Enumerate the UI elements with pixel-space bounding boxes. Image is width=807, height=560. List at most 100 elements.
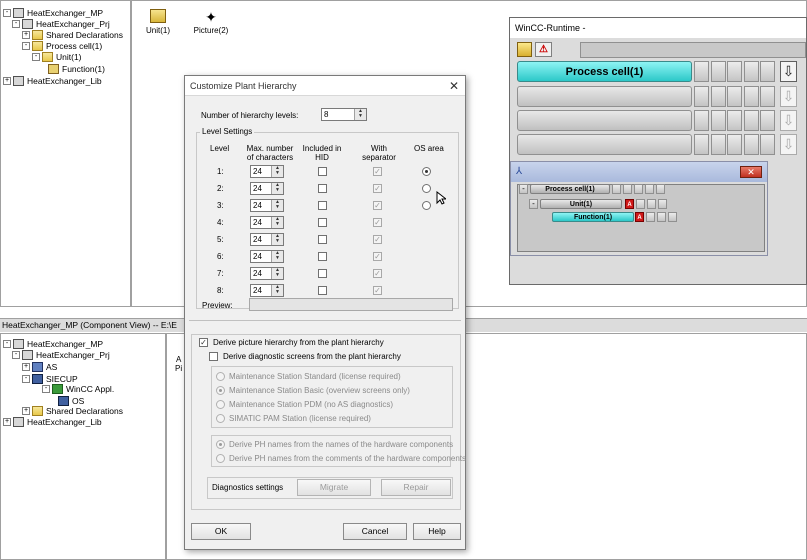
runtime-slot-button[interactable]: [710, 134, 726, 155]
sub-row-slot[interactable]: [646, 212, 655, 222]
runtime-slot-button[interactable]: [694, 110, 709, 131]
station-option-radio[interactable]: [216, 386, 225, 395]
runtime-slot-button[interactable]: [727, 61, 742, 82]
level-max-chars-spinner[interactable]: 24 ▲ ▼: [250, 165, 284, 178]
dialog-close-icon[interactable]: ✕: [449, 79, 459, 93]
runtime-slot-button[interactable]: [760, 110, 775, 131]
expand-icon[interactable]: +: [3, 418, 11, 426]
level-spin-buttons[interactable]: ▲ ▼: [271, 285, 283, 296]
tree-item[interactable]: + HeatExchanger_Lib: [3, 75, 102, 87]
level-max-chars-spinner[interactable]: 24 ▲ ▼: [250, 182, 284, 195]
collapse-icon[interactable]: -: [42, 385, 50, 393]
runtime-slot-button[interactable]: [727, 110, 742, 131]
sub-row-slot[interactable]: [668, 212, 677, 222]
level-hid-checkbox[interactable]: [318, 218, 327, 227]
level-hid-checkbox[interactable]: [318, 286, 327, 295]
level-spin-buttons[interactable]: ▲ ▼: [271, 251, 283, 262]
level-separator-checkbox[interactable]: ✓: [373, 235, 382, 244]
runtime-toolbar-alarm-button[interactable]: ⚠: [535, 42, 552, 57]
level-separator-checkbox[interactable]: ✓: [373, 184, 382, 193]
level-spin-buttons[interactable]: ▲ ▼: [271, 183, 283, 194]
runtime-slot-button[interactable]: [710, 61, 726, 82]
ph-option-radio[interactable]: [216, 440, 225, 449]
runtime-down-arrow-icon[interactable]: ⇩: [780, 61, 797, 82]
level-hid-checkbox[interactable]: [318, 184, 327, 193]
sub-row-slot[interactable]: [658, 199, 667, 209]
ok-button[interactable]: OK: [191, 523, 251, 540]
runtime-slot-button[interactable]: [727, 134, 742, 155]
sub-row-slot[interactable]: [647, 199, 656, 209]
sub-row-collapse-icon[interactable]: -: [529, 199, 538, 209]
runtime-slot-button[interactable]: [743, 61, 759, 82]
runtime-toolbar-overview-button[interactable]: [517, 42, 532, 57]
runtime-down-arrow-icon[interactable]: ⇩: [780, 134, 797, 155]
sub-window-close-button[interactable]: ✕: [740, 166, 762, 178]
num-levels-spin-buttons[interactable]: ▲ ▼: [354, 109, 366, 120]
cancel-button[interactable]: Cancel: [343, 523, 407, 540]
expand-icon[interactable]: +: [3, 77, 11, 85]
level-separator-checkbox[interactable]: ✓: [373, 286, 382, 295]
sub-row-slot[interactable]: [657, 212, 666, 222]
collapse-icon[interactable]: -: [22, 375, 30, 383]
runtime-down-arrow-icon[interactable]: ⇩: [780, 86, 797, 107]
level-separator-checkbox[interactable]: ✓: [373, 218, 382, 227]
sub-row-slot[interactable]: [645, 184, 654, 194]
level-spin-buttons[interactable]: ▲ ▼: [271, 268, 283, 279]
station-option-radio[interactable]: [216, 372, 225, 381]
level-spin-buttons[interactable]: ▲ ▼: [271, 166, 283, 177]
level-hid-checkbox[interactable]: [318, 201, 327, 210]
collapse-icon[interactable]: -: [12, 351, 20, 359]
ph-option-radio[interactable]: [216, 454, 225, 463]
sub-row-bar[interactable]: Function(1): [552, 212, 634, 222]
collapse-icon[interactable]: -: [3, 9, 11, 17]
derive-diagnostic-checkbox[interactable]: [209, 352, 218, 361]
runtime-slot-button[interactable]: [710, 86, 726, 107]
level-max-chars-spinner[interactable]: 24 ▲ ▼: [250, 233, 284, 246]
runtime-slot-button[interactable]: [760, 134, 775, 155]
level-spin-buttons[interactable]: ▲ ▼: [271, 234, 283, 245]
level-separator-checkbox[interactable]: ✓: [373, 201, 382, 210]
level-max-chars-spinner[interactable]: 24 ▲ ▼: [250, 199, 284, 212]
tree-item[interactable]: - HeatExchanger_Prj: [12, 349, 110, 361]
level-hid-checkbox[interactable]: [318, 235, 327, 244]
level-hid-checkbox[interactable]: [318, 269, 327, 278]
level-separator-checkbox[interactable]: ✓: [373, 269, 382, 278]
runtime-slot-button[interactable]: [743, 110, 759, 131]
sub-row-slot[interactable]: [612, 184, 621, 194]
unit-folder-item[interactable]: Unit(1): [146, 9, 170, 35]
sub-row-collapse-icon[interactable]: -: [519, 184, 528, 194]
sub-row-slot[interactable]: [636, 199, 645, 209]
collapse-icon[interactable]: -: [32, 53, 40, 61]
alarm-icon[interactable]: A: [625, 199, 634, 209]
num-levels-spinner[interactable]: 8 ▲ ▼: [321, 108, 367, 121]
sub-row-bar[interactable]: Unit(1): [540, 199, 622, 209]
level-separator-checkbox[interactable]: ✓: [373, 252, 382, 261]
runtime-slot-button[interactable]: [743, 134, 759, 155]
sub-row-bar[interactable]: Process cell(1): [530, 184, 610, 194]
expand-icon[interactable]: +: [22, 363, 30, 371]
collapse-icon[interactable]: -: [22, 42, 30, 50]
picture-item[interactable]: ✦ Picture(2): [193, 9, 229, 35]
collapse-icon[interactable]: -: [3, 340, 11, 348]
repair-button[interactable]: Repair: [381, 479, 451, 496]
level-max-chars-spinner[interactable]: 24 ▲ ▼: [250, 216, 284, 229]
runtime-empty-bar[interactable]: [517, 134, 692, 155]
expand-icon[interactable]: +: [22, 31, 30, 39]
level-separator-checkbox[interactable]: ✓: [373, 167, 382, 176]
level-spin-buttons[interactable]: ▲ ▼: [271, 217, 283, 228]
tree-item[interactable]: - WinCC Appl.: [42, 383, 114, 395]
level-os-area-radio[interactable]: [422, 201, 431, 210]
level-max-chars-spinner[interactable]: 24 ▲ ▼: [250, 267, 284, 280]
tree-item[interactable]: + HeatExchanger_Lib: [3, 416, 102, 428]
level-hid-checkbox[interactable]: [318, 167, 327, 176]
runtime-slot-button[interactable]: [694, 61, 709, 82]
runtime-slot-button[interactable]: [760, 61, 775, 82]
collapse-icon[interactable]: -: [12, 20, 20, 28]
station-option-radio[interactable]: [216, 414, 225, 423]
station-option-radio[interactable]: [216, 400, 225, 409]
derive-picture-checkbox[interactable]: ✓: [199, 338, 208, 347]
help-button[interactable]: Help: [413, 523, 461, 540]
level-spin-buttons[interactable]: ▲ ▼: [271, 200, 283, 211]
level-max-chars-spinner[interactable]: 24 ▲ ▼: [250, 284, 284, 297]
runtime-slot-button[interactable]: [743, 86, 759, 107]
